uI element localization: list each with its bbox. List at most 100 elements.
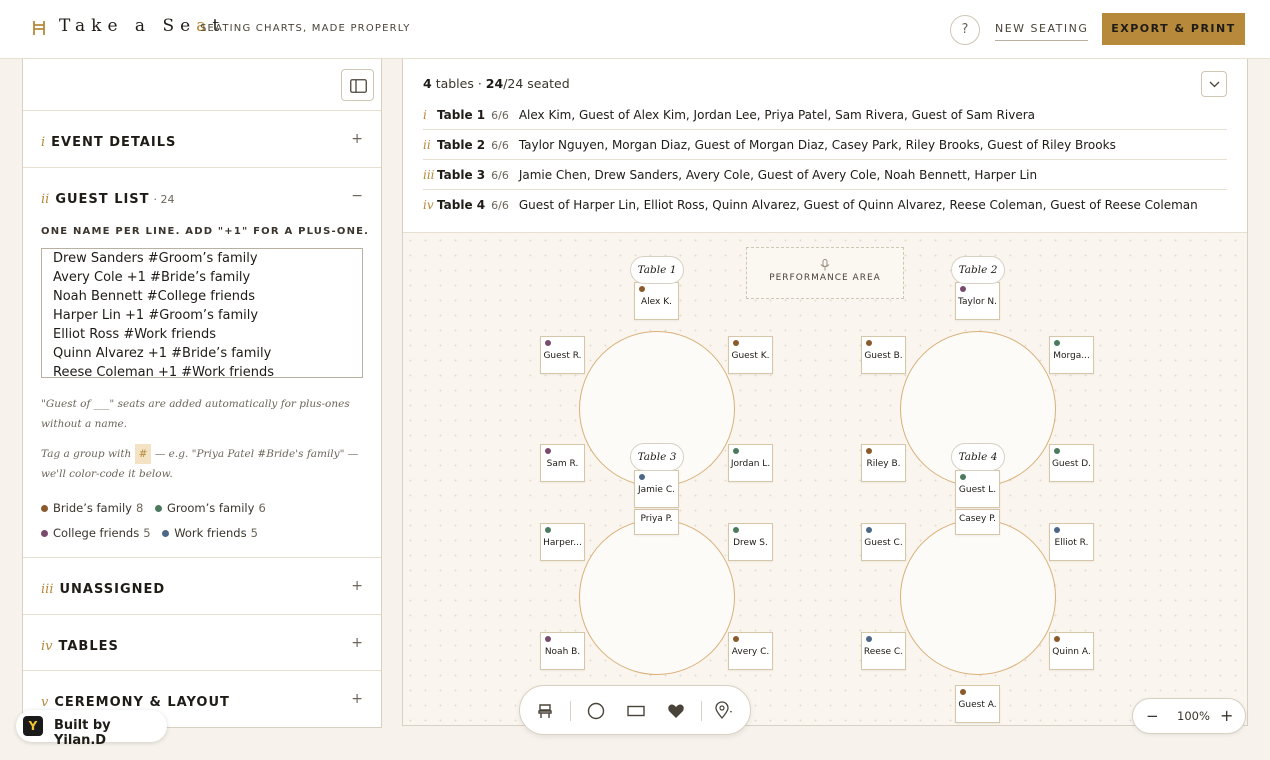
tagline: SEATING CHARTS, MADE PROPERLY [200,23,411,34]
group-dot [1054,340,1060,346]
built-by-badge[interactable]: Y Built by Yilan.D [16,710,167,748]
seat[interactable]: Guest D. [1049,444,1094,482]
toolbar-divider [701,701,702,721]
new-seating-button[interactable]: NEW SEATING [995,22,1089,41]
expand-toggle[interactable]: + [351,635,363,651]
section-number: i [41,135,46,150]
seat[interactable]: Alex K. [634,282,679,320]
section-number: ii [41,192,50,207]
group-color-dot [154,505,162,512]
seat[interactable]: Avery C. [728,632,773,670]
section-title: UNASSIGNED [59,582,166,597]
floor-toolbar [519,685,751,735]
seat[interactable]: Guest L. [955,470,1000,508]
location-pin-icon[interactable] [714,701,734,721]
group-dot [960,689,966,695]
group-legend: Bride’s family 8 Groom’s family 6 College … [41,496,371,546]
table-summary-row[interactable]: iii Table 3 6/6 Jamie Chen, Drew Sanders, A… [423,160,1227,190]
seat[interactable]: Drew S. [728,523,773,561]
export-print-button[interactable]: EXPORT & PRINT [1102,13,1245,45]
seat[interactable]: Guest K. [728,336,773,374]
section-title: EVENT DETAILS [51,135,177,150]
toolbar-divider [570,701,571,721]
table-label[interactable]: Table 1 [630,256,684,284]
performance-area[interactable]: PERFORMANCE AREA [746,247,904,299]
group-dot [545,636,551,642]
round-table-icon[interactable] [586,701,606,721]
group-dot [866,340,872,346]
collapse-summary-button[interactable] [1201,71,1227,97]
collapse-toggle[interactable]: − [351,188,363,204]
seat[interactable]: Guest C. [861,523,906,561]
seat[interactable]: Taylor N. [955,282,1000,320]
group-dot [866,527,872,533]
table-label[interactable]: Table 4 [951,443,1005,471]
seat[interactable]: Riley B. [861,444,906,482]
rectangle-table-icon[interactable] [626,701,646,721]
seat[interactable]: Morga... [1049,336,1094,374]
microphone-icon [820,259,830,271]
seat[interactable]: Guest A. [955,685,1000,723]
seat[interactable]: Priya P. [634,509,679,535]
sidebar: i EVENT DETAILS + ii GUEST LIST · 24 − ONE … [22,59,382,728]
group-dot [1054,448,1060,454]
seat[interactable]: Elliot R. [1049,523,1094,561]
group-dot [1054,636,1060,642]
guest-list-textarea[interactable]: Drew Sanders #Groom’s family Avery Cole … [41,248,363,378]
guest-list-hint: ONE NAME PER LINE. ADD "+1" FOR A PLUS-O… [41,226,370,237]
group-color-dot [41,530,48,537]
app-header: Take a Seat SEATING CHARTS, MADE PROPERL… [0,0,1270,59]
group-item-grooms-family: Groom’s family 6 [154,496,266,521]
seating-canvas-panel: 4 tables · 24/24 seated i Table 1 6/6 Alex … [402,59,1248,726]
badge-text: Built by Yilan.D [54,718,111,748]
group-dot [1054,527,1060,533]
zoom-control: − 100% + [1132,698,1246,734]
expand-toggle[interactable]: + [351,691,363,707]
group-dot [545,448,551,454]
table-summary-row[interactable]: i Table 1 6/6 Alex Kim, Guest of Alex Kim, … [423,100,1227,130]
seat[interactable]: Jamie C. [634,470,679,508]
expand-toggle[interactable]: + [351,578,363,594]
seat[interactable]: Guest R. [540,336,585,374]
seat[interactable]: Jordan L. [728,444,773,482]
plus-one-note: "Guest of ___" seats are added automatic… [41,398,350,430]
table-4[interactable] [900,519,1056,675]
expand-toggle[interactable]: + [351,131,363,147]
zoom-in-button[interactable]: + [1220,706,1233,725]
group-dot [960,286,966,292]
group-dot [733,448,739,454]
table-3[interactable] [579,519,735,675]
seat[interactable]: Casey P. [955,509,1000,535]
section-event-details[interactable]: i EVENT DETAILS + [23,110,381,167]
heart-table-icon[interactable] [666,701,686,721]
section-title: GUEST LIST [55,192,150,207]
table-summary-row[interactable]: iv Table 4 6/6 Guest of Harper Lin, Elliot … [423,190,1227,220]
seat[interactable]: Noah B. [540,632,585,670]
help-button[interactable]: ? [950,15,980,45]
floor-plan[interactable]: PERFORMANCE AREA Alex K. Guest R. Guest … [403,232,1247,725]
group-dot [639,474,645,480]
group-color-dot [41,505,48,512]
group-dot [639,286,645,292]
collapse-sidebar-button[interactable] [341,69,374,101]
section-number: iii [41,582,54,597]
seating-summary: 4 tables · 24/24 seated [423,76,570,91]
seat[interactable]: Harper... [540,523,585,561]
zoom-out-button[interactable]: − [1146,707,1159,725]
chevron-down-icon [1209,81,1220,88]
section-unassigned[interactable]: iii UNASSIGNED + [23,557,381,614]
group-dot [866,448,872,454]
chair-icon [33,21,45,35]
group-dot [545,527,551,533]
seat[interactable]: Reese C. [861,632,906,670]
sidebar-toggle-icon [350,79,367,93]
chair-tool-icon[interactable] [535,701,555,721]
group-dot [733,527,739,533]
table-label[interactable]: Table 2 [951,256,1005,284]
section-tables[interactable]: iv TABLES + [23,614,381,670]
seat[interactable]: Guest B. [861,336,906,374]
table-summary-row[interactable]: ii Table 2 6/6 Taylor Nguyen, Morgan Diaz, … [423,130,1227,160]
seat[interactable]: Quinn A. [1049,632,1094,670]
seat[interactable]: Sam R. [540,444,585,482]
table-label[interactable]: Table 3 [630,443,684,471]
